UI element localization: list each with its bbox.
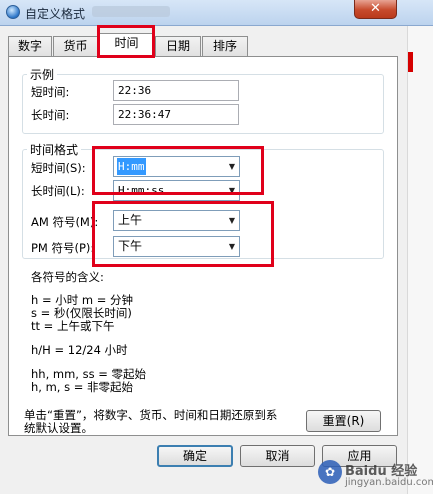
reset-description: 单击“重置”，将数字、货币、时间和日期还原到系 xyxy=(24,408,278,422)
baidu-watermark: ✿ Baidu 经验 jingyan.baidu.com xyxy=(318,458,433,494)
tab-number[interactable]: 数字 xyxy=(8,36,52,56)
short-time-value: H:mm xyxy=(117,158,146,175)
example-short-value: 22:36 xyxy=(113,80,239,101)
red-marker xyxy=(408,52,413,72)
symbols-help-line: s = 秒(仅限长时间) xyxy=(31,306,132,320)
long-time-value: H:mm:ss xyxy=(118,184,165,197)
title-blur xyxy=(92,6,170,17)
tab-currency[interactable]: 货币 xyxy=(53,36,98,56)
symbols-help-line: h = 小时 m = 分钟 xyxy=(31,293,134,307)
reset-button[interactable]: 重置(R) xyxy=(306,410,381,432)
symbols-help-title: 各符号的含义: xyxy=(31,270,104,284)
am-symbol-value: 上午 xyxy=(118,213,143,227)
am-symbol-combo[interactable]: 上午 ▼ xyxy=(113,210,240,231)
symbols-help-line: h, m, s = 非零起始 xyxy=(31,380,134,394)
reset-description-cont: 统默认设置。 xyxy=(24,421,93,435)
symbols-help-line: hh, mm, ss = 零起始 xyxy=(31,367,147,381)
title-bar: 自定义格式 ✕ xyxy=(0,0,433,26)
tab-time[interactable]: 时间 xyxy=(99,33,154,57)
pm-symbol-value: 下午 xyxy=(118,239,143,253)
ok-button[interactable]: 确定 xyxy=(157,445,233,467)
dropdown-arrow-icon: ▼ xyxy=(228,186,235,195)
paw-icon: ✿ xyxy=(318,460,342,484)
time-format-group-title: 时间格式 xyxy=(27,141,82,158)
example-long-value: 22:36:47 xyxy=(113,104,239,125)
watermark-url: jingyan.baidu.com xyxy=(345,477,433,488)
window-title: 自定义格式 xyxy=(25,7,86,21)
cancel-button[interactable]: 取消 xyxy=(240,445,315,467)
example-short-label: 短时间: xyxy=(31,85,70,99)
globe-icon xyxy=(6,5,20,19)
pm-symbol-combo[interactable]: 下午 ▼ xyxy=(113,236,240,257)
dropdown-arrow-icon: ▼ xyxy=(228,162,235,171)
dropdown-arrow-icon: ▼ xyxy=(228,216,235,225)
long-time-combo[interactable]: H:mm:ss ▼ xyxy=(113,180,240,201)
example-long-label: 长时间: xyxy=(31,108,70,122)
short-time-label: 短时间(S): xyxy=(31,161,86,175)
symbols-help-line: tt = 上午或下午 xyxy=(31,319,115,333)
short-time-combo[interactable]: H:mm ▼ xyxy=(113,156,240,177)
pm-symbol-label: PM 符号(P): xyxy=(31,241,95,255)
background-strip xyxy=(407,26,433,494)
dropdown-arrow-icon: ▼ xyxy=(228,242,235,251)
symbols-help-line: h/H = 12/24 小时 xyxy=(31,343,128,357)
tab-sort[interactable]: 排序 xyxy=(202,36,248,56)
long-time-label: 长时间(L): xyxy=(31,184,85,198)
tab-date[interactable]: 日期 xyxy=(155,36,201,56)
am-symbol-label: AM 符号(M): xyxy=(31,215,99,229)
close-button[interactable]: ✕ xyxy=(354,0,397,19)
example-group-title: 示例 xyxy=(27,66,58,83)
